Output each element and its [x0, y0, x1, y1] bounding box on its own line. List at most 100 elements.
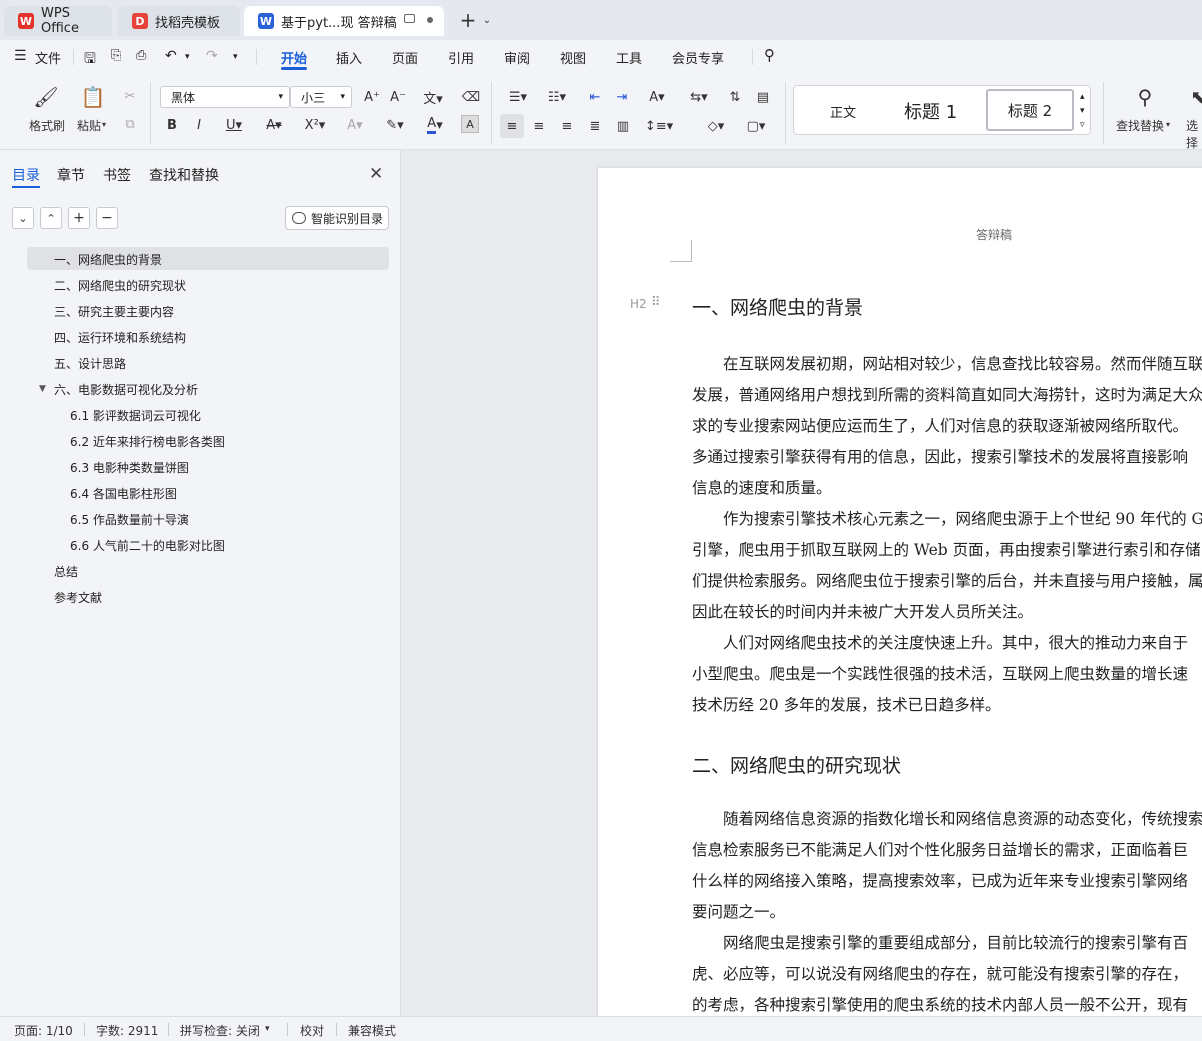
heading-marker-icon[interactable]: H2	[630, 297, 647, 311]
toc-subitem[interactable]: 6.1 影评数据词云可视化	[70, 404, 201, 426]
toc-item[interactable]: 四、运行环境和系统结构	[54, 326, 186, 348]
chevron-down-icon[interactable]: ⌄	[480, 11, 494, 29]
paragraph-line[interactable]: 引擎，爬虫用于抓取互联网上的 Web 页面，再由搜索引擎进行索引和存储	[692, 538, 1201, 560]
font-color-icon[interactable]: A ▾	[420, 114, 450, 136]
show-marks-icon[interactable]: ▤	[752, 86, 774, 108]
chevron-down-icon[interactable]: ▾	[1166, 120, 1170, 129]
sidebar-tab-bookmarks[interactable]: 书签	[103, 165, 131, 185]
underline-icon[interactable]: U▾	[220, 114, 248, 136]
find-replace-icon[interactable]: ⚲	[1132, 84, 1158, 110]
bold-icon[interactable]: B	[162, 114, 182, 136]
paste-icon[interactable]: 📋	[80, 84, 106, 110]
proofread-button[interactable]: 校对	[300, 1022, 324, 1039]
toc-item[interactable]: 六、电影数据可视化及分析	[54, 378, 198, 400]
sidebar-tab-find[interactable]: 查找和替换	[149, 165, 219, 185]
paragraph-line[interactable]: 信息检索服务已不能满足人们对个性化服务日益增长的需求，正面临着巨	[692, 838, 1188, 860]
bullet-list-icon[interactable]: ☰▾	[503, 86, 533, 108]
paragraph-line[interactable]: 求的专业搜索网站便应运而生了，人们对信息的获取逐渐被网络所取代。	[692, 414, 1188, 436]
undo-icon[interactable]: ↶	[165, 48, 177, 64]
drag-handle-icon[interactable]: ⠿	[651, 295, 660, 310]
more-dropdown-icon[interactable]: ▾	[233, 52, 238, 62]
paragraph-line[interactable]: 多通过搜索引擎获得有用的信息，因此，搜索引擎技术的发展将直接影响	[692, 445, 1188, 467]
toc-subitem[interactable]: 6.4 各国电影柱形图	[70, 482, 177, 504]
font-size-select[interactable]: 小三 ▾	[290, 86, 352, 108]
copy-icon[interactable]: ⧉	[120, 114, 140, 134]
screen-icon[interactable]	[404, 14, 415, 23]
collapse-up-icon[interactable]: ⌃	[40, 207, 62, 229]
font-name-select[interactable]: 黑体 ▾	[160, 86, 290, 108]
menu-membership[interactable]: 会员专享	[672, 48, 724, 67]
paragraph-line[interactable]: 作为搜索引擎技术核心元素之一，网络爬虫源于上个世纪 90 年代的 G	[692, 507, 1202, 529]
gallery-more-icon[interactable]: ▿	[1080, 120, 1085, 130]
gallery-down-icon[interactable]: ▾	[1080, 106, 1085, 116]
shading-icon[interactable]: ◇▾	[700, 114, 732, 138]
chinese-layout-icon[interactable]: ⇆▾	[684, 86, 714, 108]
add-level-icon[interactable]: +	[68, 207, 90, 229]
gallery-up-icon[interactable]: ▴	[1080, 92, 1085, 102]
document-page[interactable]: 答辩稿 H2 ⠿ 一、网络爬虫的背景 在互联网发展初期，网站相对较少，信息查找比…	[598, 168, 1202, 1016]
menu-page[interactable]: 页面	[392, 48, 418, 67]
paragraph-line[interactable]: 信息的速度和质量。	[692, 476, 832, 498]
file-menu[interactable]: 文件	[35, 48, 61, 67]
toc-item[interactable]: 五、设计思路	[54, 352, 126, 374]
align-left-icon[interactable]: ≡	[500, 114, 524, 138]
expand-down-icon[interactable]: ⌄	[12, 207, 34, 229]
heading-research-status[interactable]: 二、网络爬虫的研究现状	[692, 751, 901, 778]
paragraph-line[interactable]: 在互联网发展初期，网站相对较少，信息查找比较容易。然而伴随互联	[692, 352, 1202, 374]
tab-wps-office[interactable]: W WPS Office	[4, 6, 112, 36]
tab-template[interactable]: D 找稻壳模板	[118, 6, 240, 36]
chevron-down-icon[interactable]: ▾	[265, 1024, 270, 1034]
align-center-icon[interactable]: ≡	[528, 114, 550, 138]
text-direction-icon[interactable]: A▾	[642, 86, 672, 108]
close-icon[interactable]: ✕	[369, 164, 383, 184]
increase-indent-icon[interactable]: ⇥	[612, 86, 632, 108]
paragraph-line[interactable]: 网络爬虫是搜索引擎的重要组成部分，目前比较流行的搜索引擎有百	[692, 931, 1188, 953]
smart-toc-button[interactable]: 智能识别目录	[285, 206, 389, 230]
toc-subitem[interactable]: 6.5 作品数量前十导演	[70, 508, 189, 530]
paragraph-line[interactable]: 人们对网络爬虫技术的关注度快速上升。其中，很大的推动力来自于	[692, 631, 1188, 653]
superscript-icon[interactable]: X²▾	[300, 114, 330, 136]
toc-subitem[interactable]: 6.2 近年来排行榜电影各类图	[70, 430, 225, 452]
export-icon[interactable]: ⎘	[111, 48, 121, 63]
grow-font-icon[interactable]: A⁺	[362, 86, 382, 108]
cut-icon[interactable]: ✂	[120, 86, 140, 106]
menu-view[interactable]: 视图	[560, 48, 586, 67]
paragraph-line[interactable]: 什么样的网络接入策略，提高搜索效率，已成为近年来专业搜索引擎网络	[692, 869, 1188, 891]
collapse-triangle-icon[interactable]: ▼	[39, 378, 46, 400]
style-heading-2[interactable]: 标题 2	[986, 89, 1074, 131]
justify-icon[interactable]: ≣	[584, 114, 606, 138]
find-replace-label[interactable]: 查找替换	[1116, 117, 1164, 134]
undo-dropdown-icon[interactable]: ▾	[185, 52, 190, 62]
menu-tools[interactable]: 工具	[616, 48, 642, 67]
sidebar-tab-sections[interactable]: 章节	[57, 165, 85, 185]
save-icon[interactable]: 🖫	[84, 48, 96, 72]
strikethrough-icon[interactable]: A▾	[259, 114, 289, 136]
document-canvas[interactable]: 答辩稿 H2 ⠿ 一、网络爬虫的背景 在互联网发展初期，网站相对较少，信息查找比…	[402, 150, 1202, 1016]
hamburger-icon[interactable]: ☰	[14, 48, 27, 64]
spell-check-status[interactable]: 拼写检查: 关闭	[180, 1022, 260, 1039]
toc-item[interactable]: 一、网络爬虫的背景	[54, 248, 162, 270]
tab-document[interactable]: W 基于pyt...现 答辩稿	[244, 6, 444, 36]
print-preview-icon[interactable]: ⎙	[136, 48, 146, 63]
toc-item[interactable]: 二、网络爬虫的研究现状	[54, 274, 186, 296]
clear-format-icon[interactable]: ⌫	[460, 86, 482, 108]
toc-subitem[interactable]: 6.3 电影种类数量饼图	[70, 456, 189, 478]
phonetic-guide-icon[interactable]: 文▾	[418, 86, 448, 108]
char-shading-icon[interactable]: A	[461, 115, 479, 133]
redo-icon[interactable]: ↷	[206, 48, 218, 64]
highlight-icon[interactable]: ✎▾	[380, 114, 410, 136]
paragraph-line[interactable]: 们提供检索服务。网络爬虫位于搜索引擎的后台，并未直接与用户接触，属	[692, 569, 1202, 591]
search-icon[interactable]: ⚲	[764, 46, 775, 64]
paragraph-line[interactable]: 虎、必应等，可以说没有网络爬虫的存在，就可能没有搜索引擎的存在，	[692, 962, 1188, 984]
distributed-icon[interactable]: ▥	[612, 114, 634, 138]
paragraph-line[interactable]: 发展，普通网络用户想找到所需的资料简直如同大海捞针，这时为满足大众	[692, 383, 1202, 405]
italic-icon[interactable]: I	[189, 114, 209, 136]
heading-background[interactable]: 一、网络爬虫的背景	[692, 293, 863, 320]
paragraph-line[interactable]: 要问题之一。	[692, 900, 785, 922]
menu-review[interactable]: 审阅	[504, 48, 530, 67]
sidebar-tab-toc[interactable]: 目录	[12, 165, 40, 185]
paragraph-line[interactable]: 的考虑，各种搜索引擎使用的爬虫系统的技术内部人员一般不公开，现有	[692, 993, 1188, 1015]
shrink-font-icon[interactable]: A⁻	[388, 86, 408, 108]
toc-subitem[interactable]: 6.6 人气前二十的电影对比图	[70, 534, 225, 556]
decrease-indent-icon[interactable]: ⇤	[585, 86, 605, 108]
